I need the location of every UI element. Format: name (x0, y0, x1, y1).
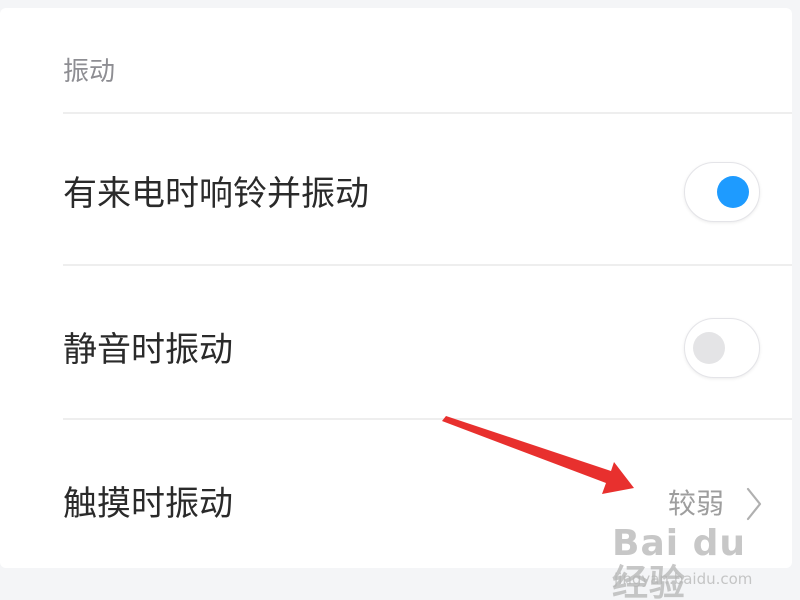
toggle-knob (717, 176, 749, 208)
vibration-settings-card: 振动 有来电时响铃并振动 静音时振动 触摸时振动 较弱 (0, 8, 792, 568)
settings-page: 振动 有来电时响铃并振动 静音时振动 触摸时振动 较弱 Bai du 经验 ji… (0, 0, 800, 600)
watermark-logo: Bai du 经验 (612, 523, 747, 600)
baidu-jingyan-watermark: Bai du 经验 jingyan.baidu.com (612, 524, 772, 600)
watermark-url: jingyan.baidu.com (614, 570, 753, 588)
setting-row-silent-vibrate[interactable]: 静音时振动 (0, 266, 792, 416)
silent-vibrate-toggle[interactable] (684, 318, 760, 378)
setting-row-ring-and-vibrate[interactable]: 有来电时响铃并振动 (0, 114, 792, 264)
setting-label: 触摸时振动 (63, 484, 233, 524)
touch-vibrate-value: 较弱 (668, 487, 725, 520)
toggle-knob (693, 332, 725, 364)
setting-label: 静音时振动 (63, 330, 233, 370)
setting-label: 有来电时响铃并振动 (63, 174, 369, 214)
ring-vibrate-toggle[interactable] (684, 162, 760, 222)
section-title: 振动 (63, 57, 116, 87)
chevron-right-icon (746, 487, 762, 521)
